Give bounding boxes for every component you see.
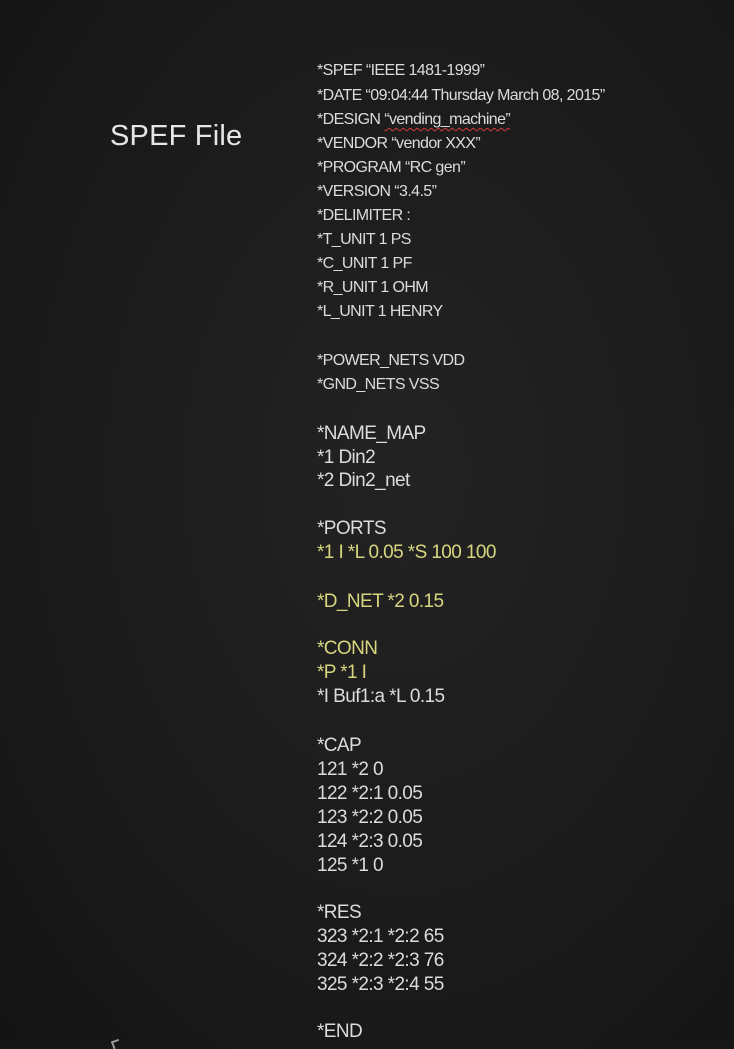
gnd-nets-line: *GND_NETS VSS: [317, 376, 440, 393]
ports-heading: *PORTS: [317, 518, 387, 539]
design-value: “vending_machine”: [384, 111, 511, 128]
mouse-cursor-icon: [110, 1038, 122, 1049]
conn-entry: *P *1 I: [317, 662, 367, 683]
cap-entry: 121 *2 0: [317, 759, 384, 780]
date-line: *DATE “09:04:44 Thursday March 08, 2015”: [317, 87, 605, 104]
delimiter-line: *DELIMITER :: [317, 207, 411, 224]
power-nets-line: *POWER_NETS VDD: [317, 352, 465, 369]
r-unit-line: *R_UNIT 1 OHM: [317, 279, 429, 296]
end-line: *END: [317, 1021, 363, 1042]
program-line: *PROGRAM “RC gen”: [317, 159, 466, 176]
slide-title: SPEF File: [110, 120, 243, 152]
l-unit-line: *L_UNIT 1 HENRY: [317, 303, 443, 320]
d-net-line: *D_NET *2 0.15: [317, 591, 444, 612]
design-keyword: *DESIGN: [317, 111, 385, 128]
version-line: *VERSION “3.4.5”: [317, 183, 437, 200]
res-entry: 324 *2:2 *2:3 76: [317, 950, 444, 971]
c-unit-line: *C_UNIT 1 PF: [317, 255, 412, 272]
res-heading: *RES: [317, 902, 362, 923]
port-entry: *1 I *L 0.05 *S 100 100: [317, 542, 496, 563]
cap-entry: 124 *2:3 0.05: [317, 831, 423, 852]
res-entry: 323 *2:1 *2:2 65: [317, 926, 444, 947]
design-line: *DESIGN “vending_machine”: [317, 111, 511, 128]
spef-line: *SPEF “IEEE 1481-1999”: [317, 62, 485, 79]
vendor-line: *VENDOR “vendor XXX”: [317, 135, 481, 152]
name-map-entry: *1 Din2: [317, 447, 376, 468]
cap-heading: *CAP: [317, 735, 362, 756]
cap-entry: 125 *1 0: [317, 855, 384, 876]
cap-entry: 122 *2:1 0.05: [317, 783, 423, 804]
res-entry: 325 *2:3 *2:4 55: [317, 974, 444, 995]
name-map-heading: *NAME_MAP: [317, 423, 426, 444]
t-unit-line: *T_UNIT 1 PS: [317, 231, 411, 248]
cap-entry: 123 *2:2 0.05: [317, 807, 423, 828]
conn-entry: *I Buf1:a *L 0.15: [317, 686, 445, 707]
name-map-entry: *2 Din2_net: [317, 470, 410, 491]
conn-heading: *CONN: [317, 638, 378, 659]
